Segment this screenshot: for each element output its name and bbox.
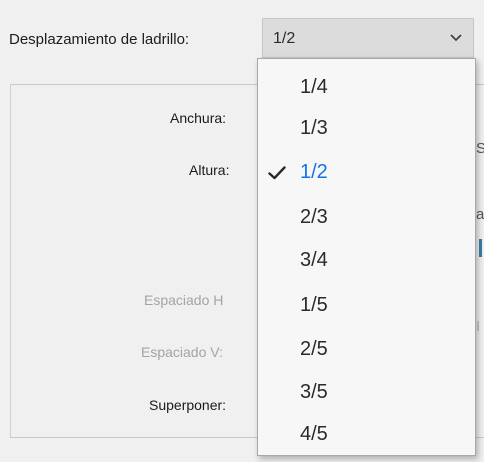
brick-offset-select-value: 1/2 — [273, 30, 296, 47]
dropdown-option-label: 1/4 — [300, 76, 328, 98]
edge-glyph-lower: I — [476, 318, 481, 335]
dropdown-option-label: 1/5 — [300, 294, 328, 316]
brick-offset-dropdown[interactable]: 1/4 1/3 1/2 2/3 3/4 1/5 2/5 3/5 4/5 — [257, 58, 476, 456]
dropdown-option-1-5[interactable]: 1/5 — [258, 287, 475, 325]
overlap-label: Superponer: — [149, 397, 227, 413]
dropdown-option-2-5[interactable]: 2/5 — [258, 331, 475, 369]
dropdown-option-label: 2/3 — [300, 206, 328, 228]
brick-offset-label: Desplazamiento de ladrillo: — [9, 31, 190, 48]
checkmark-icon — [268, 166, 286, 180]
height-label: Altura: — [189, 162, 230, 178]
dropdown-option-3-5[interactable]: 3/5 — [258, 374, 475, 412]
dropdown-option-1-4[interactable]: 1/4 — [258, 69, 475, 107]
panel-divider-left — [10, 84, 11, 437]
dropdown-option-4-5[interactable]: 4/5 — [258, 416, 475, 454]
dropdown-option-label: 1/2 — [300, 161, 328, 183]
edge-glyph-middle: a — [476, 206, 484, 223]
edge-link-marker — [479, 239, 482, 257]
chevron-down-icon — [450, 34, 462, 42]
edge-glyph-top: S — [476, 140, 484, 157]
dropdown-option-3-4[interactable]: 3/4 — [258, 242, 475, 280]
dropdown-option-1-3[interactable]: 1/3 — [258, 110, 475, 148]
dropdown-option-1-2[interactable]: 1/2 — [258, 154, 475, 192]
dropdown-option-label: 3/5 — [300, 381, 328, 403]
brick-offset-select[interactable]: 1/2 — [262, 18, 474, 58]
dropdown-option-label: 4/5 — [300, 423, 328, 445]
width-label: Anchura: — [170, 110, 227, 126]
h-spacing-label: Espaciado H — [144, 292, 224, 308]
dropdown-option-label: 1/3 — [300, 117, 328, 139]
dropdown-option-label: 2/5 — [300, 338, 328, 360]
dropdown-option-2-3[interactable]: 2/3 — [258, 199, 475, 237]
dropdown-option-label: 3/4 — [300, 249, 328, 271]
v-spacing-label: Espaciado V: — [141, 344, 223, 360]
